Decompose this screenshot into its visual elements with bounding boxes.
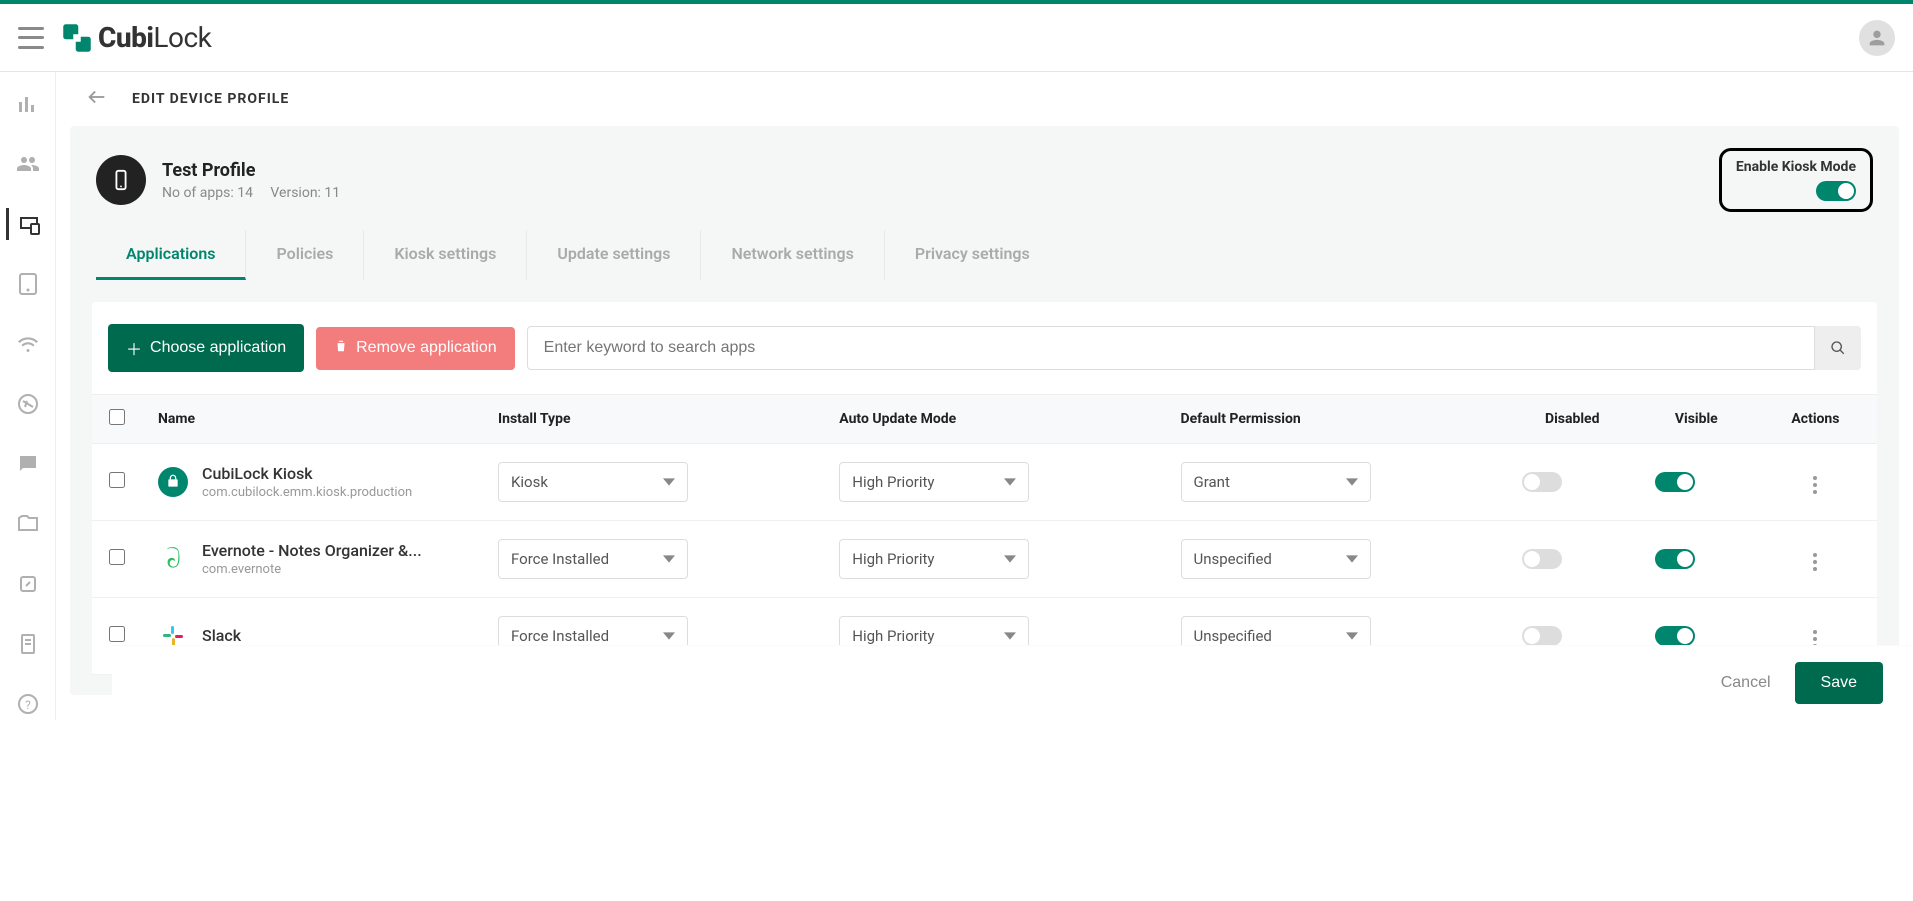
footer: Cancel Save bbox=[112, 645, 1913, 720]
col-disabled: Disabled bbox=[1506, 395, 1639, 444]
sidebar-item-users[interactable] bbox=[6, 148, 50, 180]
sidebar-item-key[interactable] bbox=[6, 568, 50, 600]
profile-version: Version: 11 bbox=[270, 185, 340, 201]
header: CubiLock bbox=[0, 4, 1913, 72]
visible-toggle[interactable] bbox=[1655, 472, 1695, 492]
sidebar-item-docs[interactable] bbox=[6, 628, 50, 660]
tab-kiosk-settings[interactable]: Kiosk settings bbox=[364, 230, 527, 280]
breadcrumb-title: EDIT DEVICE PROFILE bbox=[132, 91, 289, 107]
chevron-down-icon bbox=[1004, 476, 1016, 488]
breadcrumb: EDIT DEVICE PROFILE bbox=[56, 72, 1913, 126]
sidebar-item-block[interactable] bbox=[6, 388, 50, 420]
tab-update-settings[interactable]: Update settings bbox=[527, 230, 701, 280]
disabled-toggle[interactable] bbox=[1522, 626, 1562, 646]
sidebar-item-files[interactable] bbox=[6, 508, 50, 540]
svg-text:?: ? bbox=[25, 698, 31, 712]
update-mode-select[interactable]: High Priority bbox=[839, 539, 1029, 579]
apps-table: Name Install Type Auto Update Mode Defau… bbox=[92, 394, 1877, 675]
row-checkbox[interactable] bbox=[109, 549, 125, 565]
search-button[interactable] bbox=[1815, 326, 1861, 370]
chevron-down-icon bbox=[1346, 553, 1358, 565]
chevron-down-icon bbox=[1346, 476, 1358, 488]
profile-header: Test Profile No of apps: 14 Version: 11 … bbox=[70, 126, 1899, 224]
row-actions-menu[interactable] bbox=[1809, 549, 1821, 575]
app-name: Evernote - Notes Organizer &... bbox=[202, 541, 422, 560]
chevron-down-icon bbox=[1004, 553, 1016, 565]
app-icon-evernote bbox=[158, 544, 188, 574]
install-type-select[interactable]: Kiosk bbox=[498, 462, 688, 502]
main: EDIT DEVICE PROFILE Test Profile No of a… bbox=[56, 72, 1913, 720]
search-input[interactable] bbox=[527, 326, 1815, 370]
logo-text-light: Lock bbox=[153, 21, 211, 54]
sidebar-item-apps[interactable] bbox=[6, 268, 50, 300]
tabs: Applications Policies Kiosk settings Upd… bbox=[70, 230, 1899, 280]
sidebar: ? bbox=[0, 72, 56, 720]
chevron-down-icon bbox=[663, 630, 675, 642]
chevron-down-icon bbox=[663, 553, 675, 565]
table-row: CubiLock Kiosk com.cubilock.emm.kiosk.pr… bbox=[92, 444, 1877, 521]
app-name: Slack bbox=[202, 626, 241, 645]
chevron-down-icon bbox=[1004, 630, 1016, 642]
col-visible: Visible bbox=[1639, 395, 1754, 444]
col-update: Auto Update Mode bbox=[823, 395, 1164, 444]
disabled-toggle[interactable] bbox=[1522, 472, 1562, 492]
tab-network-settings[interactable]: Network settings bbox=[701, 230, 884, 280]
sidebar-item-help[interactable]: ? bbox=[6, 688, 50, 720]
row-checkbox[interactable] bbox=[109, 472, 125, 488]
col-install: Install Type bbox=[482, 395, 823, 444]
sidebar-item-devices[interactable] bbox=[6, 208, 50, 240]
back-arrow-icon[interactable] bbox=[86, 86, 108, 112]
sidebar-item-dashboard[interactable] bbox=[6, 88, 50, 120]
install-type-select[interactable]: Force Installed bbox=[498, 539, 688, 579]
tab-policies[interactable]: Policies bbox=[246, 230, 364, 280]
row-actions-menu[interactable] bbox=[1809, 472, 1821, 498]
update-mode-select[interactable]: High Priority bbox=[839, 462, 1029, 502]
app-package: com.cubilock.emm.kiosk.production bbox=[202, 485, 412, 500]
select-all-checkbox[interactable] bbox=[109, 409, 125, 425]
kiosk-mode-box: Enable Kiosk Mode bbox=[1719, 148, 1873, 212]
col-permission: Default Permission bbox=[1165, 395, 1506, 444]
chevron-down-icon bbox=[663, 476, 675, 488]
chevron-down-icon bbox=[1346, 630, 1358, 642]
visible-toggle[interactable] bbox=[1655, 549, 1695, 569]
table-row: Evernote - Notes Organizer &... com.ever… bbox=[92, 521, 1877, 598]
trash-icon bbox=[334, 339, 348, 358]
user-avatar[interactable] bbox=[1859, 20, 1895, 56]
logo[interactable]: CubiLock bbox=[62, 21, 211, 54]
phone-icon bbox=[96, 155, 146, 205]
choose-application-button[interactable]: ＋ Choose application bbox=[108, 324, 304, 372]
col-name: Name bbox=[142, 395, 482, 444]
apps-panel: ＋ Choose application Remove application bbox=[92, 302, 1877, 675]
save-button[interactable]: Save bbox=[1795, 662, 1883, 704]
visible-toggle[interactable] bbox=[1655, 626, 1695, 646]
tab-privacy-settings[interactable]: Privacy settings bbox=[885, 230, 1060, 280]
profile-name: Test Profile bbox=[162, 160, 354, 181]
tab-applications[interactable]: Applications bbox=[96, 230, 246, 280]
col-actions: Actions bbox=[1754, 395, 1877, 444]
row-checkbox[interactable] bbox=[109, 626, 125, 642]
app-icon-cubilock bbox=[158, 467, 188, 497]
logo-text-bold: Cubi bbox=[98, 21, 153, 54]
remove-application-button[interactable]: Remove application bbox=[316, 327, 515, 370]
plus-icon: ＋ bbox=[126, 336, 142, 360]
sidebar-item-messages[interactable] bbox=[6, 448, 50, 480]
profile-apps-count: No of apps: 14 bbox=[162, 185, 253, 201]
app-package: com.evernote bbox=[202, 562, 422, 577]
cancel-button[interactable]: Cancel bbox=[1721, 674, 1771, 692]
menu-icon[interactable] bbox=[18, 27, 44, 49]
kiosk-mode-toggle[interactable] bbox=[1816, 181, 1856, 201]
permission-select[interactable]: Grant bbox=[1181, 462, 1371, 502]
disabled-toggle[interactable] bbox=[1522, 549, 1562, 569]
kiosk-mode-label: Enable Kiosk Mode bbox=[1736, 159, 1856, 175]
sidebar-item-wifi[interactable] bbox=[6, 328, 50, 360]
search-icon bbox=[1830, 340, 1846, 356]
permission-select[interactable]: Unspecified bbox=[1181, 539, 1371, 579]
app-name: CubiLock Kiosk bbox=[202, 464, 412, 483]
